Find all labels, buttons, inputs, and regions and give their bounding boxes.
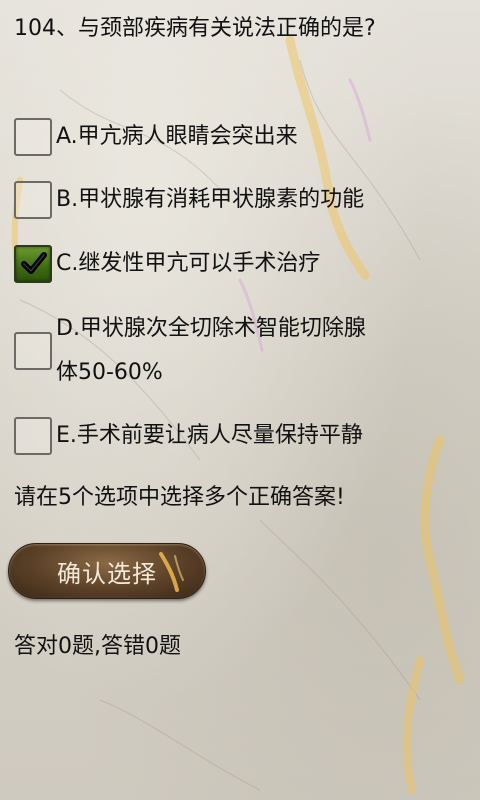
option-e-label: E.手术前要让病人尽量保持平静 bbox=[56, 423, 363, 448]
checkbox-b[interactable] bbox=[14, 181, 52, 219]
checkbox-a[interactable] bbox=[14, 118, 52, 156]
option-c-label: C.继发性甲亢可以手术治疗 bbox=[56, 251, 321, 276]
score-text: 答对0题,答错0题 bbox=[14, 634, 181, 659]
checkbox-d[interactable] bbox=[14, 332, 52, 370]
option-d[interactable]: D.甲状腺次全切除术智能切除腺 体50-60% bbox=[14, 307, 466, 395]
option-d-label-line2: 体50-60% bbox=[56, 360, 163, 385]
option-e[interactable]: E.手术前要让病人尽量保持平静 bbox=[14, 415, 466, 457]
checkbox-c[interactable] bbox=[14, 245, 52, 283]
option-d-label-line1: D.甲状腺次全切除术智能切除腺 bbox=[56, 316, 366, 341]
option-d-label: D.甲状腺次全切除术智能切除腺 体50-60% bbox=[56, 307, 366, 395]
confirm-button[interactable]: 确认选择 bbox=[8, 543, 206, 599]
option-b[interactable]: B.甲状腺有消耗甲状腺素的功能 bbox=[14, 179, 466, 221]
quiz-screen: 104、与颈部疾病有关说法正确的是? A.甲亢病人眼睛会突出来 B.甲状腺有消耗… bbox=[0, 0, 480, 800]
checkbox-e[interactable] bbox=[14, 417, 52, 455]
option-c[interactable]: C.继发性甲亢可以手术治疗 bbox=[14, 243, 466, 285]
check-icon bbox=[21, 252, 47, 274]
option-a-label: A.甲亢病人眼睛会突出来 bbox=[56, 124, 298, 149]
instruction-text: 请在5个选项中选择多个正确答案! bbox=[14, 485, 345, 510]
confirm-button-label: 确认选择 bbox=[57, 559, 157, 588]
question-text: 104、与颈部疾病有关说法正确的是? bbox=[14, 16, 376, 41]
option-a[interactable]: A.甲亢病人眼睛会突出来 bbox=[14, 116, 466, 158]
option-b-label: B.甲状腺有消耗甲状腺素的功能 bbox=[56, 187, 365, 212]
cordyceps-decoration bbox=[159, 552, 184, 592]
